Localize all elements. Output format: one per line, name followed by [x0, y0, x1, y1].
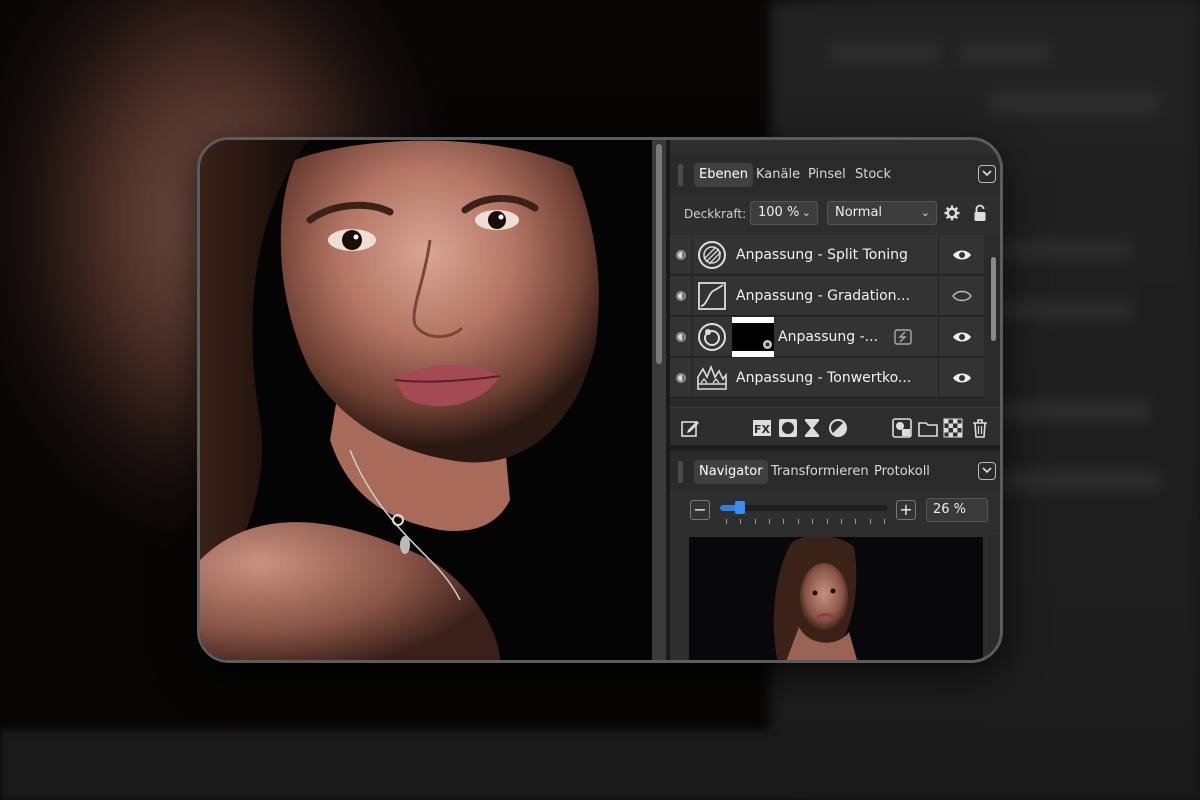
collapse-layers-button[interactable]: [978, 165, 996, 183]
zoom-in-button[interactable]: +: [896, 500, 916, 520]
layer-blend-indicator[interactable]: [676, 291, 686, 301]
layer-blend-indicator[interactable]: [676, 250, 686, 260]
adjustment-link-icon[interactable]: [894, 329, 912, 345]
layer-toolbar: FX: [670, 407, 1000, 446]
chevron-down-icon: ⌄: [801, 206, 811, 219]
zoom-tick: [827, 519, 828, 524]
zoom-tick: [769, 519, 770, 524]
visibility-toggle[interactable]: [938, 276, 985, 316]
navigator-preview[interactable]: [689, 537, 983, 660]
tab-navigator[interactable]: Navigator: [694, 460, 768, 484]
layers-scroll-thumb[interactable]: [991, 257, 996, 341]
mask-link-icon: [763, 340, 772, 349]
layer-row[interactable]: Anpassung - Split Toning: [670, 235, 984, 275]
gear-icon[interactable]: [944, 205, 960, 221]
opacity-dropdown[interactable]: 100 % ⌄: [750, 201, 818, 225]
portrait-photo: [200, 140, 652, 660]
collapse-navigator-button[interactable]: [978, 462, 996, 480]
chevron-down-icon: [982, 170, 992, 177]
zoom-slider[interactable]: [720, 501, 888, 514]
zoom-slider-knob[interactable]: [735, 501, 745, 514]
mask-layer-icon[interactable]: [778, 418, 798, 438]
studio-panel: Ebenen Kanäle Pinsel Stock Deckkraft: 10…: [670, 140, 1000, 660]
layer-row[interactable]: Anpassung - Gradation...: [670, 276, 984, 316]
zoom-out-button[interactable]: −: [690, 500, 710, 520]
zoom-value: 26 %: [933, 502, 967, 517]
layer-name: Anpassung - Split Toning: [736, 247, 908, 263]
split-toning-icon: [698, 241, 726, 269]
folder-icon[interactable]: [918, 418, 938, 438]
trash-icon[interactable]: [970, 418, 990, 438]
opacity-value: 100 %: [758, 205, 800, 220]
zoom-tick: [726, 519, 727, 524]
add-pixel-layer-icon[interactable]: [892, 418, 912, 438]
adjustment-icon[interactable]: [828, 418, 848, 438]
layer-blend-indicator[interactable]: [676, 373, 686, 383]
zoom-tick: [841, 519, 842, 524]
layers-tab-bar: Ebenen Kanäle Pinsel Stock: [670, 154, 1000, 194]
eye-icon: [953, 250, 971, 260]
tab-ebenen[interactable]: Ebenen: [694, 163, 753, 187]
layer-name: Anpassung - Tonwertko...: [736, 370, 912, 386]
visibility-toggle[interactable]: [938, 235, 985, 275]
blend-mode-dropdown[interactable]: Normal ⌄: [827, 201, 937, 225]
opacity-row: Deckkraft: 100 % ⌄ Normal ⌄: [670, 196, 1000, 232]
zoom-tick: [798, 519, 799, 524]
zoom-slider-ticks: [726, 519, 885, 524]
zoom-row: − + 26 %: [670, 492, 1000, 530]
zoom-value-field[interactable]: 26 %: [926, 498, 988, 522]
checkerboard-icon[interactable]: [943, 418, 963, 438]
layer-name: Anpassung - Gradation...: [736, 288, 910, 304]
chevron-down-icon: ⌄: [920, 206, 930, 219]
layers-scrollbar[interactable]: [988, 235, 1000, 407]
navigator-thumbnail: [689, 537, 983, 660]
tab-kanaele[interactable]: Kanäle: [751, 163, 805, 187]
color-balance-icon: [698, 323, 726, 351]
opacity-label: Deckkraft:: [684, 207, 747, 221]
canvas-scroll-thumb[interactable]: [656, 144, 662, 364]
fx-icon[interactable]: FX: [752, 418, 772, 438]
layer-row[interactable]: Anpassung - Tonwertko...: [670, 358, 984, 398]
zoom-tick: [783, 519, 784, 524]
image-canvas[interactable]: [200, 140, 652, 660]
zoom-tick: [740, 519, 741, 524]
chevron-down-icon: [982, 467, 992, 474]
svg-text:FX: FX: [754, 423, 771, 436]
eye-icon: [953, 332, 971, 342]
visibility-toggle[interactable]: [938, 358, 985, 398]
visibility-toggle[interactable]: [938, 317, 985, 357]
layer-name: Anpassung -...: [778, 329, 878, 345]
levels-icon: [697, 364, 727, 390]
layers-list: Anpassung - Split Toning Anpassung - Gra…: [670, 235, 1000, 407]
blend-mode-value: Normal: [835, 205, 883, 220]
lock-icon[interactable]: [973, 204, 987, 222]
layer-row[interactable]: Anpassung -...: [670, 317, 984, 357]
navigator-tab-bar: Navigator Transformieren Protokoll: [670, 451, 1000, 491]
layer-mask-thumbnail[interactable]: [732, 317, 774, 357]
edit-layer-icon[interactable]: [680, 418, 700, 438]
canvas-vertical-scrollbar[interactable]: [652, 140, 666, 660]
tab-stock[interactable]: Stock: [850, 163, 896, 187]
panel-grip[interactable]: [678, 461, 683, 483]
eye-closed-icon: [952, 290, 972, 302]
panel-grip[interactable]: [678, 164, 683, 186]
screenshot-card: Ebenen Kanäle Pinsel Stock Deckkraft: 10…: [197, 137, 1003, 663]
tab-pinsel[interactable]: Pinsel: [803, 163, 851, 187]
zoom-tick: [755, 519, 756, 524]
zoom-tick: [870, 519, 871, 524]
hourglass-icon[interactable]: [802, 418, 822, 438]
zoom-tick: [855, 519, 856, 524]
tab-protokoll[interactable]: Protokoll: [869, 460, 935, 484]
layer-blend-indicator[interactable]: [676, 332, 686, 342]
eye-icon: [953, 373, 971, 383]
navigator-scrollbar[interactable]: [988, 535, 1000, 660]
zoom-tick: [812, 519, 813, 524]
curves-icon: [698, 282, 726, 310]
tab-transformieren[interactable]: Transformieren: [766, 460, 874, 484]
zoom-tick: [884, 519, 885, 524]
